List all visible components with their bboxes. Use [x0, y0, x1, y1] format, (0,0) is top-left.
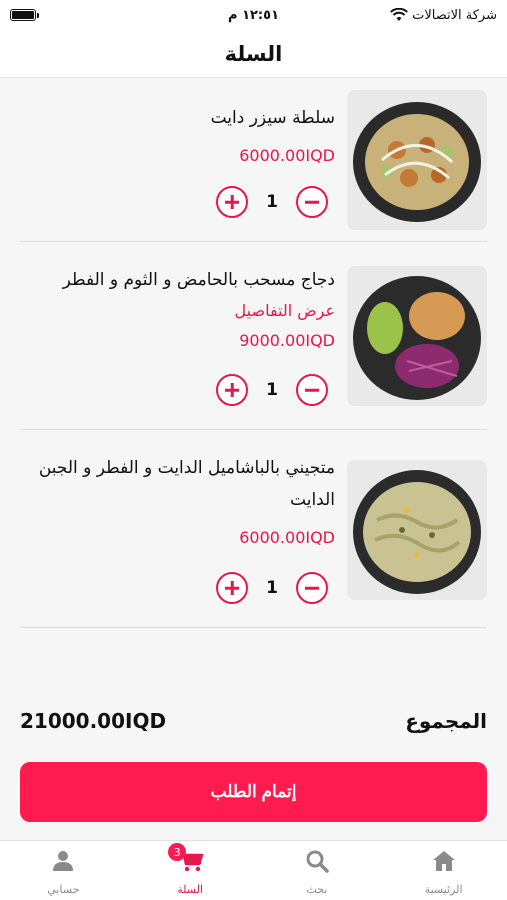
- battery-icon: [10, 9, 39, 21]
- carrier-info: شركة الاتصالات: [390, 8, 497, 23]
- tab-label: حسابي: [47, 883, 80, 896]
- page-header: السلة: [0, 30, 507, 78]
- decrease-quantity-button[interactable]: [296, 186, 328, 218]
- item-name: سلطة سيزر دايت: [210, 108, 335, 128]
- item-price: 6000.00IQD: [239, 528, 335, 547]
- cart-list: سلطة سيزر دايت 6000.00IQD 1 دجاج مسحب با…: [20, 80, 487, 628]
- status-time: ١٢:٥١ م: [228, 7, 279, 23]
- wifi-icon: [390, 8, 408, 21]
- pasta-bechamel-photo: [347, 460, 487, 600]
- item-name: متجيني بالباشاميل الدايت و الفطر و الجبن…: [38, 458, 335, 510]
- item-price: 6000.00IQD: [239, 146, 335, 165]
- home-icon: [432, 849, 456, 873]
- view-details-link[interactable]: عرض التفاصيل: [20, 296, 335, 326]
- total-label: المجموع: [405, 709, 487, 733]
- carrier-name: شركة الاتصالات: [412, 7, 497, 23]
- page-title: السلة: [224, 41, 283, 66]
- tab-search[interactable]: بحث: [254, 841, 381, 900]
- quantity-stepper: 1: [216, 572, 328, 604]
- item-quantity: 1: [266, 380, 278, 400]
- item-name: دجاج مسحب بالحامض و الثوم و الفطر: [62, 270, 335, 290]
- increase-quantity-button[interactable]: [216, 572, 248, 604]
- quantity-stepper: 1: [216, 186, 328, 218]
- search-icon: [305, 849, 329, 873]
- tab-label: الرئيسية: [424, 883, 463, 896]
- item-quantity: 1: [266, 192, 278, 212]
- tab-label: بحث: [306, 883, 328, 896]
- tab-label: السلة: [177, 883, 203, 896]
- total-value: 21000.00IQD: [20, 709, 167, 733]
- cart-item: سلطة سيزر دايت 6000.00IQD 1: [20, 80, 487, 242]
- checkout-button[interactable]: إتمام الطلب: [20, 762, 487, 822]
- tab-home[interactable]: الرئيسية: [380, 841, 507, 900]
- cart-item-info: سلطة سيزر دايت 6000.00IQD: [20, 102, 335, 171]
- tab-cart[interactable]: 3 السلة: [127, 841, 254, 900]
- quantity-stepper: 1: [216, 374, 328, 406]
- cart-item-info: متجيني بالباشاميل الدايت و الفطر و الجبن…: [20, 452, 335, 553]
- item-price: 9000.00IQD: [239, 331, 335, 350]
- caesar-salad-photo: [347, 90, 487, 230]
- increase-quantity-button[interactable]: [216, 374, 248, 406]
- increase-quantity-button[interactable]: [216, 186, 248, 218]
- total-row: 21000.00IQD المجموع: [20, 705, 487, 737]
- item-quantity: 1: [266, 578, 278, 598]
- cart-count-badge: 3: [168, 843, 187, 861]
- bottom-tab-bar: حسابي 3 السلة بحث الرئيسية: [0, 840, 507, 900]
- cart-item: دجاج مسحب بالحامض و الثوم و الفطر عرض ال…: [20, 242, 487, 430]
- tab-account[interactable]: حسابي: [0, 841, 127, 900]
- cart-item: متجيني بالباشاميل الدايت و الفطر و الجبن…: [20, 430, 487, 628]
- cart-item-info: دجاج مسحب بالحامض و الثوم و الفطر عرض ال…: [20, 264, 335, 356]
- person-icon: [51, 849, 75, 873]
- cart-icon: 3: [168, 843, 204, 873]
- decrease-quantity-button[interactable]: [296, 572, 328, 604]
- status-bar: ١٢:٥١ م شركة الاتصالات: [0, 0, 507, 30]
- chicken-salad-photo: [347, 266, 487, 406]
- decrease-quantity-button[interactable]: [296, 374, 328, 406]
